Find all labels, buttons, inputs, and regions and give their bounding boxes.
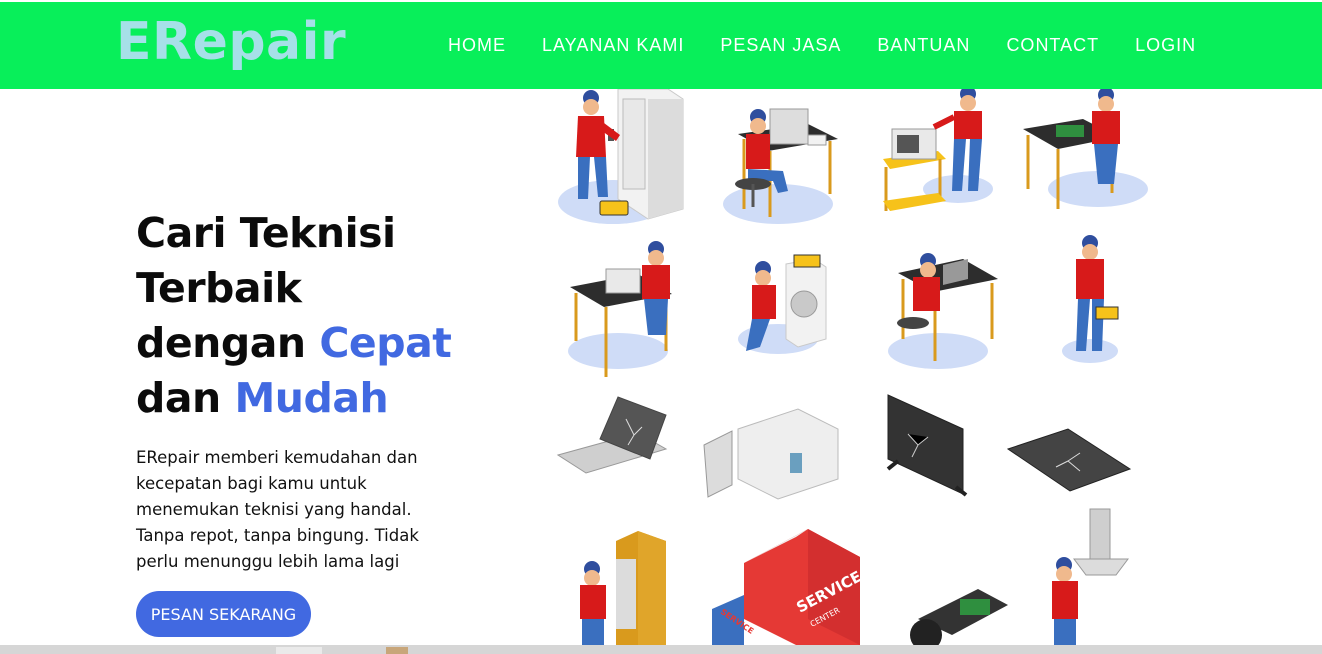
broken-microwave-icon xyxy=(703,408,839,500)
technician-range-hood-icon xyxy=(1052,508,1129,645)
nav-layanan-kami[interactable]: LAYANAN KAMI xyxy=(542,36,684,54)
hero-heading-line4: dan xyxy=(136,374,235,422)
nav-contact[interactable]: CONTACT xyxy=(1006,36,1099,54)
hero-heading-accent-cepat: Cepat xyxy=(319,319,452,367)
nav-menu: HOME LAYANAN KAMI PESAN JASA BANTUAN CON… xyxy=(448,36,1196,54)
technician-laptop-desk-icon xyxy=(888,253,998,369)
brand-logo[interactable]: ERepair xyxy=(116,16,346,68)
service-truck-icon: SERVICE CENTER SERVICE xyxy=(712,529,865,645)
nav-home[interactable]: HOME xyxy=(448,36,506,54)
technician-refrigerator-icon xyxy=(558,89,684,224)
hero-illustration: SERVICE CENTER SERVICE xyxy=(556,89,1148,645)
hero-description: ERepair memberi kemudahan dan kecepatan … xyxy=(136,448,419,571)
hero-heading: Cari Teknisi Terbaik dengan Cepat dan Mu… xyxy=(136,206,452,426)
technician-circuit-board-icon xyxy=(1023,89,1148,209)
nav-login[interactable]: LOGIN xyxy=(1135,36,1196,54)
broken-laptop-icon xyxy=(556,396,668,474)
bottom-bar xyxy=(0,645,1322,654)
bottom-bar-mark xyxy=(386,647,408,654)
navbar: ERepair HOME LAYANAN KAMI PESAN JASA BAN… xyxy=(0,2,1322,89)
pesan-sekarang-button[interactable]: PESAN SEKARANG xyxy=(136,591,311,637)
technician-washing-machine-icon xyxy=(738,254,827,354)
nav-pesan-jasa[interactable]: PESAN JASA xyxy=(720,36,841,54)
technician-computer-desk-icon xyxy=(723,108,838,224)
technician-microwave-cart-icon xyxy=(883,89,993,211)
hero-heading-line3: dengan xyxy=(136,319,320,367)
technician-printer-desk-icon xyxy=(568,241,672,377)
hero-heading-accent-mudah: Mudah xyxy=(234,374,389,422)
nav-bantuan[interactable]: BANTUAN xyxy=(877,36,970,54)
broken-tv-icon xyxy=(886,394,968,497)
bottom-bar-tab xyxy=(276,647,322,654)
broken-tablet-icon xyxy=(1006,428,1132,492)
technician-toolbox-icon xyxy=(1062,235,1119,363)
hero-heading-line1: Cari Teknisi xyxy=(136,209,396,257)
technician-cabinet-icon xyxy=(580,531,666,645)
video-camera-icon xyxy=(910,589,1008,645)
hero-heading-line2: Terbaik xyxy=(136,264,302,312)
